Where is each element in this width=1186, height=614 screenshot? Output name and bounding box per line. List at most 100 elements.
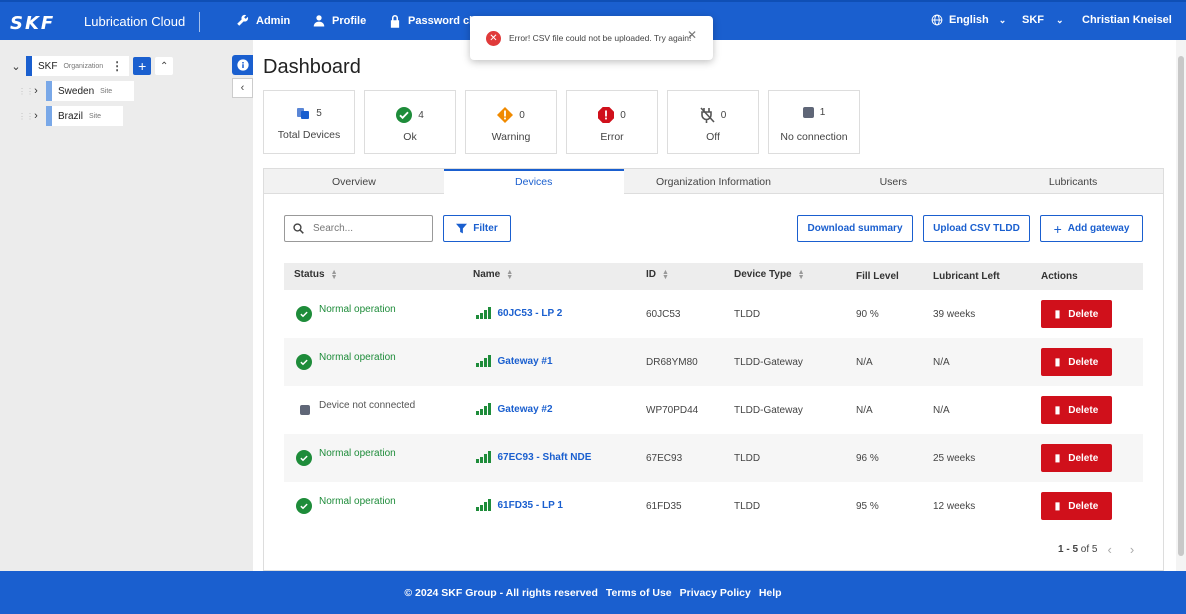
help-link[interactable]: Help xyxy=(759,587,782,599)
chevron-right-icon[interactable]: › xyxy=(1130,542,1134,557)
device-id: 60JC53 xyxy=(646,309,681,320)
delete-button[interactable]: ▮ Delete xyxy=(1041,396,1112,424)
skf-logo[interactable]: SKF xyxy=(10,13,55,34)
tab-devices[interactable]: Devices xyxy=(443,169,624,194)
user-name: Christian Kneisel xyxy=(1082,14,1172,26)
signal-strength-icon xyxy=(476,307,491,319)
stat-value: 5 xyxy=(316,108,322,119)
check-circle-icon xyxy=(396,107,413,123)
error-octagon-icon xyxy=(598,107,615,123)
info-button[interactable] xyxy=(232,55,253,75)
plus-icon: + xyxy=(138,58,147,74)
search-input[interactable] xyxy=(313,223,413,234)
tree-child-row: ⋮⋮ › Brazil Site xyxy=(18,106,123,126)
chevron-right-icon[interactable]: › xyxy=(30,110,42,122)
add-gateway-label: Add gateway xyxy=(1067,223,1130,234)
nav-profile[interactable]: Profile xyxy=(313,14,366,27)
signal-strength-icon xyxy=(476,451,491,463)
upload-csv-button[interactable]: Upload CSV TLDD xyxy=(923,215,1030,242)
device-name-link[interactable]: Gateway #2 xyxy=(476,403,553,415)
device-name-link[interactable]: 67EC93 - Shaft NDE xyxy=(476,451,591,463)
chevron-right-icon[interactable]: › xyxy=(30,85,42,97)
chevron-left-icon[interactable]: ‹ xyxy=(1107,542,1111,557)
status-text: Normal operation xyxy=(319,352,396,363)
globe-icon xyxy=(931,14,943,26)
tab-organization-information[interactable]: Organization Information xyxy=(623,169,804,194)
filter-icon xyxy=(456,223,468,234)
tree-node-skf[interactable]: SKF Organization ⋮ xyxy=(26,56,130,76)
organization-selector[interactable]: SKF ⌄ xyxy=(1022,14,1064,26)
upload-csv-label: Upload CSV TLDD xyxy=(933,223,1020,234)
tab-lubricants[interactable]: Lubricants xyxy=(983,169,1163,194)
delete-button[interactable]: ▮ Delete xyxy=(1041,300,1112,328)
privacy-link[interactable]: Privacy Policy xyxy=(680,587,751,599)
chevron-down-icon[interactable]: ⌄ xyxy=(10,60,22,73)
drag-handle-icon[interactable]: ⋮⋮ xyxy=(18,87,34,96)
node-type: Organization xyxy=(63,62,104,70)
fill-level: 95 % xyxy=(856,501,879,512)
person-icon xyxy=(313,15,325,27)
delete-button[interactable]: ▮ Delete xyxy=(1041,348,1112,376)
close-icon[interactable]: ✕ xyxy=(687,28,697,42)
kebab-menu-icon[interactable]: ⋮ xyxy=(111,59,123,73)
delete-button[interactable]: ▮ Delete xyxy=(1041,444,1112,472)
column-name[interactable]: Name ▲ ▼ xyxy=(473,269,513,281)
sort-icon[interactable]: ▲ ▼ xyxy=(662,269,669,281)
stat-value: 1 xyxy=(819,107,826,118)
add-gateway-button[interactable]: + Add gateway xyxy=(1040,215,1143,242)
device-name: Gateway #1 xyxy=(497,356,553,367)
collapse-tree-button[interactable]: ⌃ xyxy=(155,57,174,75)
terms-link[interactable]: Terms of Use xyxy=(606,587,672,599)
filter-button[interactable]: Filter xyxy=(443,215,511,242)
drag-handle-icon[interactable]: ⋮⋮ xyxy=(18,112,34,121)
device-name: 60JC53 - LP 2 xyxy=(497,308,563,319)
device-type: TLDD xyxy=(734,309,761,320)
tree-root-row: ⌄ SKF Organization ⋮ + ⌃ xyxy=(10,56,174,76)
user-menu[interactable]: Christian Kneisel xyxy=(1082,14,1172,26)
tab-bar: Overview Devices Organization Informatio… xyxy=(264,169,1163,194)
scrollbar-thumb[interactable] xyxy=(1178,56,1184,556)
column-lubricant-left: Lubricant Left xyxy=(933,271,1000,282)
main-content: Dashboard 5 Total Devices 4 Ok 0 Warning… xyxy=(253,40,1176,571)
sort-icon[interactable]: ▲ ▼ xyxy=(506,269,513,281)
column-fill-level: Fill Level xyxy=(856,271,899,282)
language-selector[interactable]: English ⌄ xyxy=(931,14,1006,26)
devices-icon xyxy=(297,108,310,119)
nav-admin[interactable]: Admin xyxy=(236,14,290,27)
device-name-link[interactable]: Gateway #1 xyxy=(476,355,553,367)
tree-node-brazil[interactable]: Brazil Site xyxy=(46,106,123,126)
device-name-link[interactable]: 61FD35 - LP 1 xyxy=(476,499,563,511)
column-status[interactable]: Status ▲ ▼ xyxy=(294,269,338,281)
status-text: Normal operation xyxy=(319,496,396,507)
device-name: 67EC93 - Shaft NDE xyxy=(497,452,592,463)
stat-label: Ok xyxy=(403,131,417,143)
tab-overview[interactable]: Overview xyxy=(264,169,444,194)
stat-value: 0 xyxy=(620,109,626,121)
signal-strength-icon xyxy=(476,499,491,511)
tree-node-sweden[interactable]: Sweden Site xyxy=(46,81,134,101)
pagination-total: of 5 xyxy=(1080,544,1098,555)
nav-password[interactable]: Password cha xyxy=(389,14,482,28)
device-name-link[interactable]: 60JC53 - LP 2 xyxy=(476,307,562,319)
lubricant-left: 12 weeks xyxy=(933,501,976,512)
tab-users[interactable]: Users xyxy=(803,169,984,194)
copyright-text: © 2024 SKF Group - All rights reserved xyxy=(404,586,598,599)
collapse-sidebar-button[interactable]: ‹ xyxy=(232,78,253,98)
disconnected-square-icon xyxy=(802,107,814,118)
column-label: Status xyxy=(294,269,325,280)
download-summary-button[interactable]: Download summary xyxy=(797,215,913,242)
sort-icon[interactable]: ▲ ▼ xyxy=(331,269,338,281)
stat-total-devices: 5 Total Devices xyxy=(263,90,355,154)
stat-label: Off xyxy=(706,131,720,143)
column-id[interactable]: ID ▲ ▼ xyxy=(646,269,669,281)
delete-button[interactable]: ▮ Delete xyxy=(1041,492,1112,520)
add-node-button[interactable]: + xyxy=(133,57,152,75)
node-name: SKF xyxy=(38,60,58,72)
sort-icon[interactable]: ▲ ▼ xyxy=(798,269,805,281)
trash-icon: ▮ xyxy=(1054,308,1061,320)
search-box[interactable] xyxy=(284,215,433,242)
column-device-type[interactable]: Device Type ▲ ▼ xyxy=(734,269,805,281)
device-id: 67EC93 xyxy=(646,453,683,464)
device-type: TLDD-Gateway xyxy=(734,405,803,416)
status-text: Normal operation xyxy=(319,448,396,459)
